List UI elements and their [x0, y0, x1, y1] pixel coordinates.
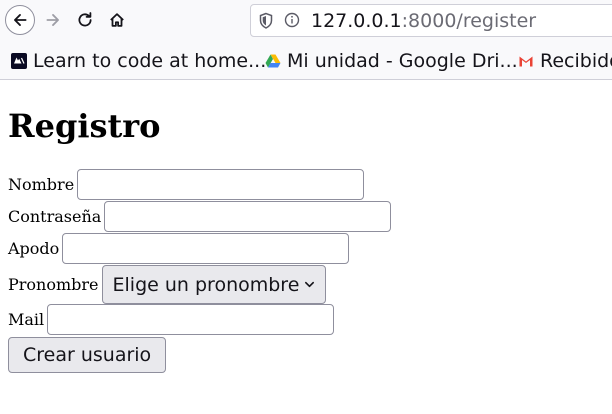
bookmark-label: Recibido: [540, 50, 612, 72]
bookmark-google-drive[interactable]: Mi unidad - Google Dri...: [265, 49, 518, 73]
form-row-apodo: Apodo: [8, 233, 350, 264]
gmail-icon: [519, 56, 533, 67]
reload-button[interactable]: [70, 5, 100, 35]
pronombre-label: Pronombre: [8, 275, 99, 294]
reload-icon: [78, 12, 92, 27]
contrasena-input[interactable]: [104, 201, 392, 232]
browser-toolbar: 127.0.0.1:8000/register: [0, 0, 612, 42]
form-row-pronombre: Pronombre Elige un pronombre: [8, 265, 327, 304]
form-row-mail: Mail: [8, 304, 335, 335]
arrow-right-icon: [46, 14, 59, 26]
form-row-nombre: Nombre: [8, 169, 365, 200]
mail-label: Mail: [8, 310, 45, 329]
form-row-contrasena: Contraseña: [8, 201, 392, 232]
bookmark-label: Learn to code at home...: [33, 50, 267, 72]
bookmarks-toolbar: Learn to code at home... Mi unidad - Goo…: [0, 42, 612, 80]
mail-input[interactable]: [47, 304, 335, 335]
back-button[interactable]: [5, 5, 35, 35]
apodo-label: Apodo: [8, 239, 60, 258]
url-text: 127.0.0.1:8000/register: [311, 10, 536, 32]
nombre-input[interactable]: [77, 169, 365, 200]
pronombre-selected-value: Elige un pronombre: [112, 273, 300, 296]
apodo-input[interactable]: [62, 233, 350, 264]
bookmark-label: Mi unidad - Google Dri...: [287, 50, 518, 72]
info-icon[interactable]: [284, 12, 300, 28]
home-icon: [110, 13, 124, 27]
contrasena-label: Contraseña: [8, 207, 102, 226]
arrow-left-icon: [14, 14, 27, 26]
nombre-label: Nombre: [8, 175, 75, 194]
forward-button[interactable]: [38, 5, 68, 35]
bookmark-learn-to-code[interactable]: Learn to code at home...: [11, 49, 266, 73]
shield-icon[interactable]: [258, 12, 274, 30]
page-title: Registro: [8, 107, 161, 145]
bookmark-gmail[interactable]: Recibido: [518, 49, 612, 73]
crear-usuario-button[interactable]: Crear usuario: [8, 337, 167, 373]
url-host: 127.0.0.1: [311, 10, 402, 32]
codepen-icon: [11, 53, 27, 69]
chevron-down-icon: [305, 281, 315, 288]
home-button[interactable]: [102, 5, 132, 35]
pronombre-select[interactable]: Elige un pronombre: [101, 265, 327, 304]
url-path: :8000/register: [401, 10, 537, 32]
google-drive-icon: [265, 54, 281, 68]
address-bar[interactable]: 127.0.0.1:8000/register: [250, 4, 612, 37]
